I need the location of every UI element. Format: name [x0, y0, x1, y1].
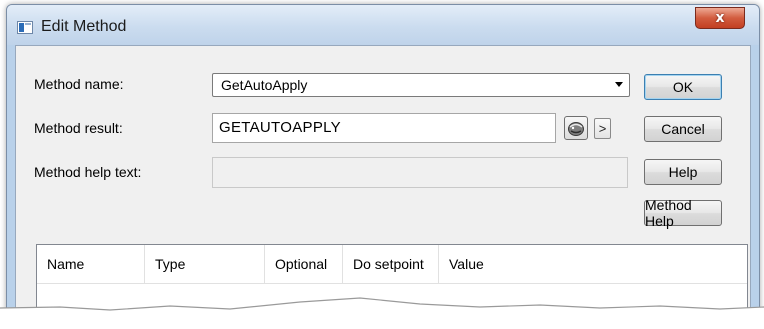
column-header-do-setpoint[interactable]: Do setpoint	[343, 245, 439, 283]
edit-method-dialog: Edit Method x Method name: GetAutoApply …	[6, 4, 760, 328]
title-bar[interactable]: Edit Method x	[7, 5, 759, 45]
method-result-label: Method result:	[34, 120, 123, 136]
window-title: Edit Method	[41, 18, 127, 35]
variable-browse-icon	[568, 122, 584, 136]
method-name-dropdown[interactable]: GetAutoApply	[212, 73, 630, 97]
ok-button[interactable]: OK	[644, 74, 722, 100]
column-header-name[interactable]: Name	[37, 245, 145, 283]
expand-result-button[interactable]: >	[594, 118, 611, 139]
dialog-client-area: Method name: GetAutoApply Method result:…	[15, 45, 751, 327]
method-help-text-input	[212, 157, 628, 188]
grid-header: Name Type Optional Do setpoint Value	[37, 245, 747, 284]
dialog-window-icon	[17, 21, 33, 34]
cancel-button[interactable]: Cancel	[644, 116, 722, 142]
method-name-value: GetAutoApply	[221, 77, 308, 93]
column-header-optional[interactable]: Optional	[265, 245, 343, 283]
help-button[interactable]: Help	[644, 159, 722, 185]
column-header-value[interactable]: Value	[439, 245, 749, 283]
close-button[interactable]: x	[695, 7, 745, 29]
method-help-button[interactable]: Method Help	[644, 197, 722, 229]
column-header-type[interactable]: Type	[145, 245, 265, 283]
method-name-label: Method name:	[34, 76, 124, 92]
variable-browse-button[interactable]	[564, 116, 588, 140]
method-result-input[interactable]: GETAUTOAPPLY	[212, 113, 556, 143]
method-result-value: GETAUTOAPPLY	[219, 119, 341, 136]
chevron-down-icon	[615, 82, 623, 87]
method-help-text-label: Method help text:	[34, 164, 142, 180]
torn-edge	[0, 297, 764, 329]
